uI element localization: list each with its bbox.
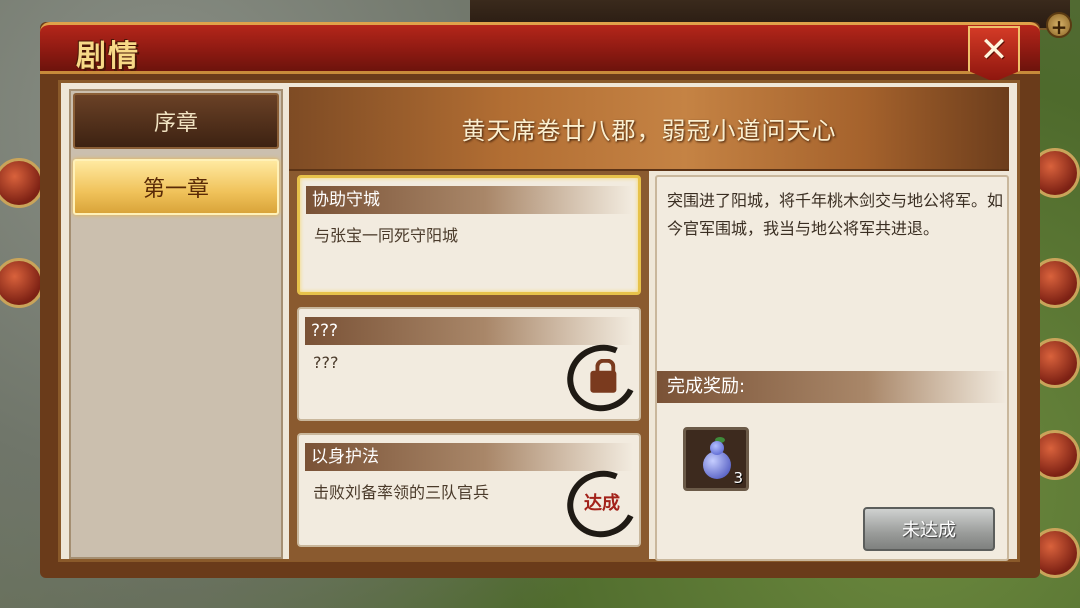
gourd-icon <box>699 437 733 481</box>
quest-title: 协助守城 <box>306 186 632 214</box>
quest-description: ??? <box>313 353 339 372</box>
chapter-tab-prologue[interactable]: 序章 <box>73 93 279 149</box>
reward-header: 完成奖励: <box>657 371 1007 403</box>
claim-status-button[interactable]: 未达成 <box>863 507 995 551</box>
locked-stamp <box>557 335 647 421</box>
story-dialog: 剧情 ✕ 序章 第一章 黄天席卷廿八郡，弱冠小道问天心 协助守城 与张宝一同死守… <box>40 22 1040 578</box>
quest-description: 击败刘备率领的三队官兵 <box>313 483 490 502</box>
achieved-stamp: 达成 <box>557 461 647 547</box>
chapter-list: 序章 第一章 <box>69 89 283 559</box>
add-resource-button[interactable]: + <box>1046 12 1072 39</box>
quest-title: 以身护法 <box>305 443 633 471</box>
chapter-banner: 黄天席卷廿八郡，弱冠小道问天心 <box>289 87 1009 171</box>
chapter-tab-chapter-one[interactable]: 第一章 <box>73 159 279 215</box>
chapter-tab-label: 序章 <box>153 111 198 136</box>
quest-description: 与张宝一同死守阳城 <box>314 226 459 245</box>
close-icon: ✕ <box>979 30 1009 70</box>
chapter-tab-label: 第一章 <box>142 177 209 202</box>
dialog-title: 剧情 <box>76 39 140 74</box>
quest-card[interactable]: 协助守城 与张宝一同死守阳城 <box>297 175 641 295</box>
title-bar: 剧情 <box>40 22 1040 74</box>
dialog-body: 序章 第一章 黄天席卷廿八郡，弱冠小道问天心 协助守城 与张宝一同死守阳城 ??… <box>58 80 1020 562</box>
lock-icon <box>590 370 617 393</box>
quest-detail-text: 突围进了阳城，将千年桃木剑交与地公将军。如今官军围城，我当与地公将军共进退。 <box>667 191 1004 238</box>
quest-card[interactable]: ??? ??? <box>297 307 647 421</box>
achieved-stamp-text: 达成 <box>584 493 620 514</box>
claim-status-label: 未达成 <box>902 520 956 541</box>
quest-card[interactable]: 以身护法 击败刘备率领的三队官兵 达成 <box>297 433 647 547</box>
banner-title: 黄天席卷廿八郡，弱冠小道问天心 <box>461 116 837 145</box>
quest-detail-panel: 突围进了阳城，将千年桃木剑交与地公将军。如今官军围城，我当与地公将军共进退。 完… <box>655 175 1009 561</box>
reward-item-slot[interactable]: 3 <box>683 427 749 491</box>
quest-title: ??? <box>305 317 633 345</box>
reward-count: 3 <box>733 469 743 487</box>
close-button[interactable]: ✕ <box>968 26 1020 82</box>
